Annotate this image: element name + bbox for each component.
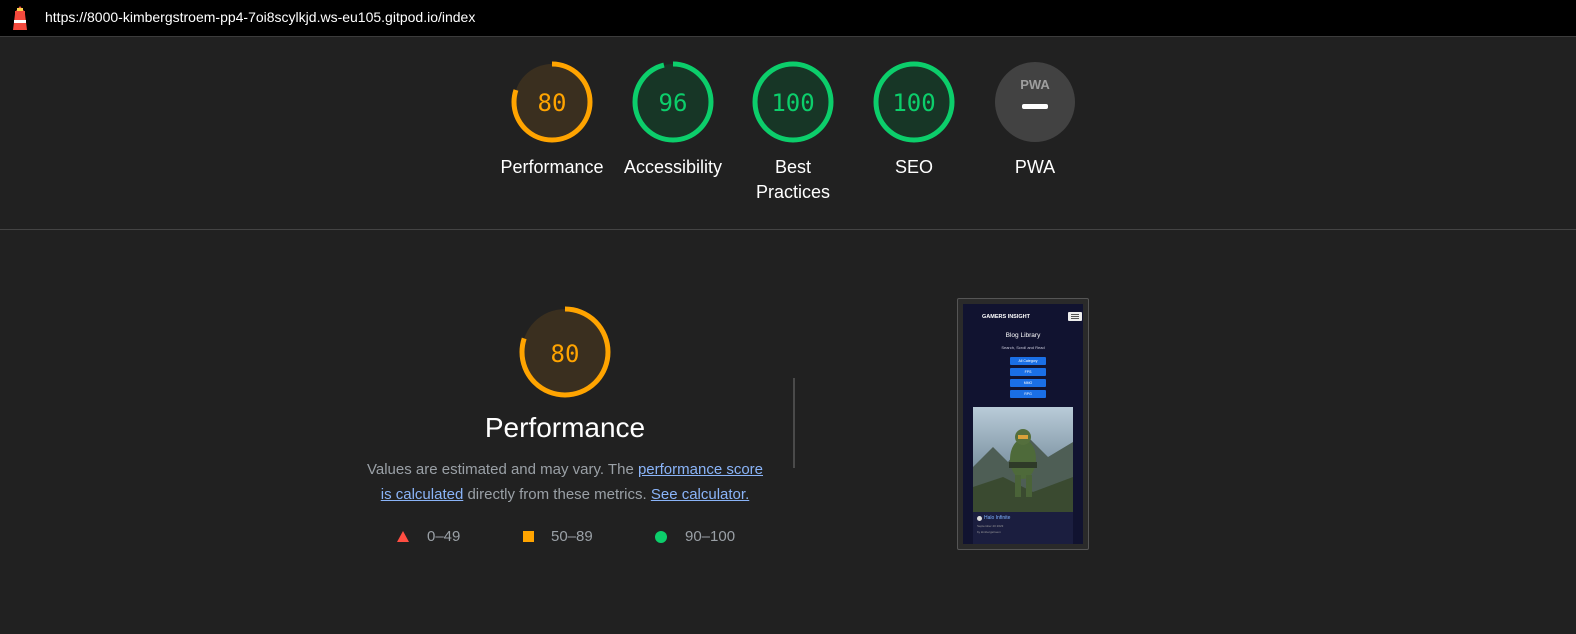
url-bar: https://8000-kimbergstroem-pp4-7oi8scylk… [0, 0, 1576, 37]
legend-range: 0–49 [427, 528, 461, 545]
page-url[interactable]: https://8000-kimbergstroem-pp4-7oi8scylk… [45, 9, 475, 25]
site-brand: GAMERS INSIGHT [982, 314, 1030, 320]
pwa-badge-icon: PWA [995, 62, 1075, 142]
legend-pass: 90–100 [655, 528, 735, 545]
circle-icon [655, 530, 667, 543]
desc-text-2: directly from these metrics. [463, 486, 651, 503]
score-legend: 0–49 50–89 90–100 [0, 528, 800, 548]
gauge-seo[interactable]: 100 SEO [854, 61, 974, 180]
pwa-badge-text: PWA [1020, 77, 1050, 92]
category-button: MMO [1010, 379, 1046, 387]
performance-description: Values are estimated and may vary. The p… [360, 457, 770, 507]
gauge-ring-accessibility: 96 [632, 61, 714, 143]
gauge-score: 100 [771, 89, 814, 117]
gauge-label: Accessibility [623, 157, 723, 177]
category-button: RPG [1010, 390, 1046, 398]
legend-average: 50–89 [523, 528, 593, 545]
post-author: by kimbergstroem [977, 530, 1001, 534]
gauge-label: Best Practices [755, 157, 831, 202]
gauge-label: SEO [894, 157, 933, 177]
performance-title: Performance [484, 412, 646, 443]
legend-range: 90–100 [685, 528, 736, 545]
gauge-ring-seo: 100 [873, 61, 955, 143]
performance-score: 80 [551, 340, 580, 368]
lighthouse-icon [13, 6, 27, 30]
gauge-performance[interactable]: 80 Performance [492, 61, 612, 180]
gauge-ring-performance: 80 [511, 61, 593, 143]
site-subtitle: Search, Scroll and Read [1001, 345, 1045, 350]
gauge-label: Performance [500, 157, 604, 177]
hamburger-icon [1068, 312, 1082, 321]
desc-text: Values are estimated and may vary. The [366, 461, 638, 478]
square-icon [523, 531, 534, 542]
post-card: Halo Infinite September 20 2023 by kimbe… [973, 512, 1073, 544]
gauge-score: 100 [892, 89, 935, 117]
legend-fail: 0–49 [397, 528, 460, 545]
gauge-pwa[interactable]: PWA PWA [975, 61, 1095, 180]
post-title: Halo Infinite [984, 515, 1011, 521]
gauge-ring-best-practices: 100 [752, 61, 834, 143]
gauge-score: 96 [659, 89, 688, 117]
performance-gauge-large: 80 [519, 306, 611, 398]
gauge-best-practices[interactable]: 100 Best Practices [733, 61, 853, 205]
category-button: FPS [1010, 368, 1046, 376]
see-calculator-link[interactable]: See calculator. [651, 486, 749, 503]
gauge-accessibility[interactable]: 96 Accessibility [613, 61, 733, 180]
gauge-score: 80 [538, 89, 567, 117]
gauge-label: PWA [1014, 157, 1056, 177]
xbox-icon [977, 515, 982, 521]
category-button: All Category [1010, 357, 1046, 365]
legend-range: 50–89 [551, 528, 593, 545]
section-divider [0, 229, 1576, 230]
post-image [973, 407, 1073, 512]
site-title: Blog Library [1005, 332, 1041, 339]
final-screenshot[interactable]: GAMERS INSIGHT Blog Library Search, Scro… [957, 298, 1089, 550]
triangle-icon [397, 531, 409, 542]
vertical-divider [793, 378, 795, 468]
screenshot-content: GAMERS INSIGHT Blog Library Search, Scro… [963, 304, 1083, 544]
post-date: September 20 2023 [977, 524, 1004, 528]
